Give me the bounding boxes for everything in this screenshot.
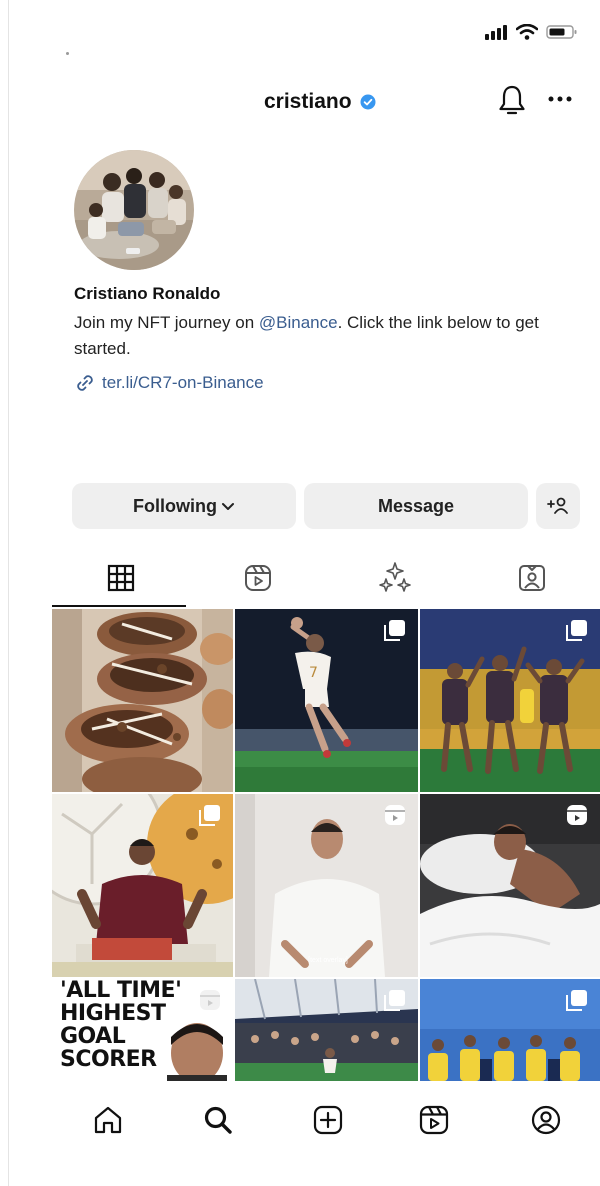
nav-home[interactable] [88,1100,128,1140]
post-thumbnail-4[interactable] [52,794,233,977]
phone-screen: cristiano Cristiano Ronaldo Join my NFT … [0,0,600,1186]
profile-link[interactable]: ter.li/CR7-on-Binance [74,372,264,394]
post-thumbnail-6[interactable] [420,794,600,977]
profile-tabs [52,548,600,608]
decorative-dot [66,52,69,55]
profile-link-text: ter.li/CR7-on-Binance [102,373,264,392]
scorer-portrait [167,1023,227,1081]
bio-prefix: Join my NFT journey on [74,313,259,332]
username-wrap[interactable]: cristiano [264,90,376,114]
post-thumbnail-1[interactable] [52,609,233,792]
create-icon [313,1105,343,1135]
edge-line [8,0,9,1186]
tab-tagged[interactable] [463,548,600,608]
nav-profile[interactable] [526,1100,566,1140]
post-thumbnail-9[interactable] [420,979,600,1081]
nav-create[interactable] [308,1100,348,1140]
tab-posts[interactable] [52,548,189,608]
grid-icon [107,564,134,592]
reel-badge-icon [200,990,220,1010]
full-name: Cristiano Ronaldo [74,284,221,303]
tab-reels[interactable] [189,548,326,608]
tab-collabs[interactable] [326,548,463,608]
profile-avatar[interactable] [74,150,194,270]
bell-icon[interactable] [497,84,527,118]
chevron-down-icon [221,503,234,510]
donuts-photo [52,609,233,792]
post-thumbnail-3[interactable] [420,609,600,792]
message-button[interactable]: Message [304,483,528,529]
carousel-badge-icon [566,990,587,1011]
following-button[interactable]: Following [72,483,296,529]
message-label: Message [377,495,455,516]
home-icon [94,1106,122,1134]
avatar-photo [74,150,194,270]
carousel-badge-icon [384,620,405,641]
post-thumbnail-5[interactable]: [text overlay] [235,794,418,977]
nav-reels[interactable] [414,1100,454,1140]
status-bar [484,24,578,40]
carousel-badge-icon [199,805,220,826]
username: cristiano [264,90,352,113]
verified-badge-icon [360,94,376,110]
following-label: Following [133,495,217,516]
more-options-icon[interactable] [548,96,572,102]
wifi-icon [516,24,538,40]
link-icon [77,375,93,391]
add-person-icon [547,497,568,514]
reel-badge-icon [567,805,587,825]
bottom-nav [52,1084,600,1154]
bio-text: Join my NFT journey on @Binance. Click t… [74,310,584,362]
battery-icon [546,25,577,39]
profile-header: cristiano [0,84,600,124]
reels-icon [244,565,271,591]
post-thumbnail-8[interactable] [235,979,418,1081]
carousel-badge-icon [384,990,405,1011]
reel-badge-icon [385,805,405,825]
video-caption: [text overlay] [308,957,348,964]
signal-icon [485,25,507,40]
tagged-icon [518,565,545,591]
suggested-people-button[interactable] [536,483,580,529]
overlay-line-1: 'ALL TIME' [60,979,182,1003]
svg-text:7: 7 [309,665,318,681]
nav-search[interactable] [198,1100,238,1140]
post-thumbnail-7[interactable]: 'ALL TIME' HIGHEST GOAL SCORER [52,979,233,1081]
active-tab-indicator [52,605,186,607]
posts-grid: 7 [text overlay] 'ALL TIME' HIGHEST GOAL… [52,609,600,1081]
post-thumbnail-2[interactable]: 7 [235,609,418,792]
search-icon [204,1106,232,1134]
sparkles-icon [378,562,411,592]
bio-mention-link[interactable]: @Binance [259,313,338,332]
reels-icon [419,1105,449,1135]
carousel-badge-icon [566,620,587,641]
profile-icon [531,1105,561,1135]
